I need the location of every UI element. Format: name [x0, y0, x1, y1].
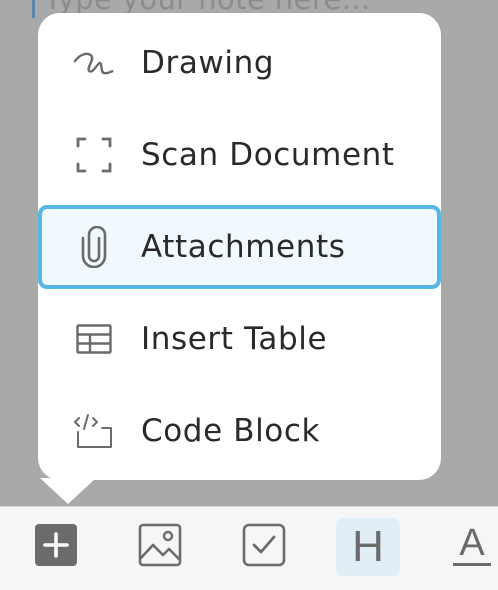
- table-icon: [73, 318, 115, 360]
- checkbox-icon: [242, 523, 286, 571]
- scan-frame-icon: [73, 134, 115, 176]
- popover-pointer: [40, 478, 96, 504]
- menu-item-drawing[interactable]: Drawing: [38, 21, 441, 105]
- text-format-icon: A: [459, 522, 485, 564]
- menu-item-label: Code Block: [141, 413, 321, 449]
- plus-square-icon: [34, 523, 78, 571]
- menu-item-label: Scan Document: [141, 137, 395, 173]
- menu-item-label: Insert Table: [141, 321, 328, 357]
- add-button[interactable]: [33, 524, 79, 570]
- code-icon: [73, 410, 115, 452]
- menu-item-code-block[interactable]: Code Block: [38, 389, 441, 473]
- menu-item-insert-table[interactable]: Insert Table: [38, 297, 441, 381]
- menu-item-label: Attachments: [141, 229, 346, 265]
- menu-item-label: Drawing: [141, 45, 275, 81]
- insert-menu-popover: Drawing Scan Document Attachments Insert…: [38, 13, 441, 480]
- image-icon: [138, 523, 182, 571]
- formatting-toolbar: H A: [0, 506, 498, 590]
- heading-button[interactable]: H: [336, 518, 400, 576]
- insert-image-button[interactable]: [137, 523, 183, 571]
- menu-item-attachments[interactable]: Attachments: [38, 205, 441, 289]
- text-style-button[interactable]: A: [449, 524, 495, 570]
- paperclip-icon: [73, 226, 115, 268]
- squiggle-icon: [73, 42, 115, 84]
- text-underline-bar: [453, 563, 491, 566]
- text-caret: [32, 0, 35, 18]
- menu-item-scan-document[interactable]: Scan Document: [38, 113, 441, 197]
- checklist-button[interactable]: [241, 523, 287, 571]
- heading-icon: H: [352, 522, 384, 571]
